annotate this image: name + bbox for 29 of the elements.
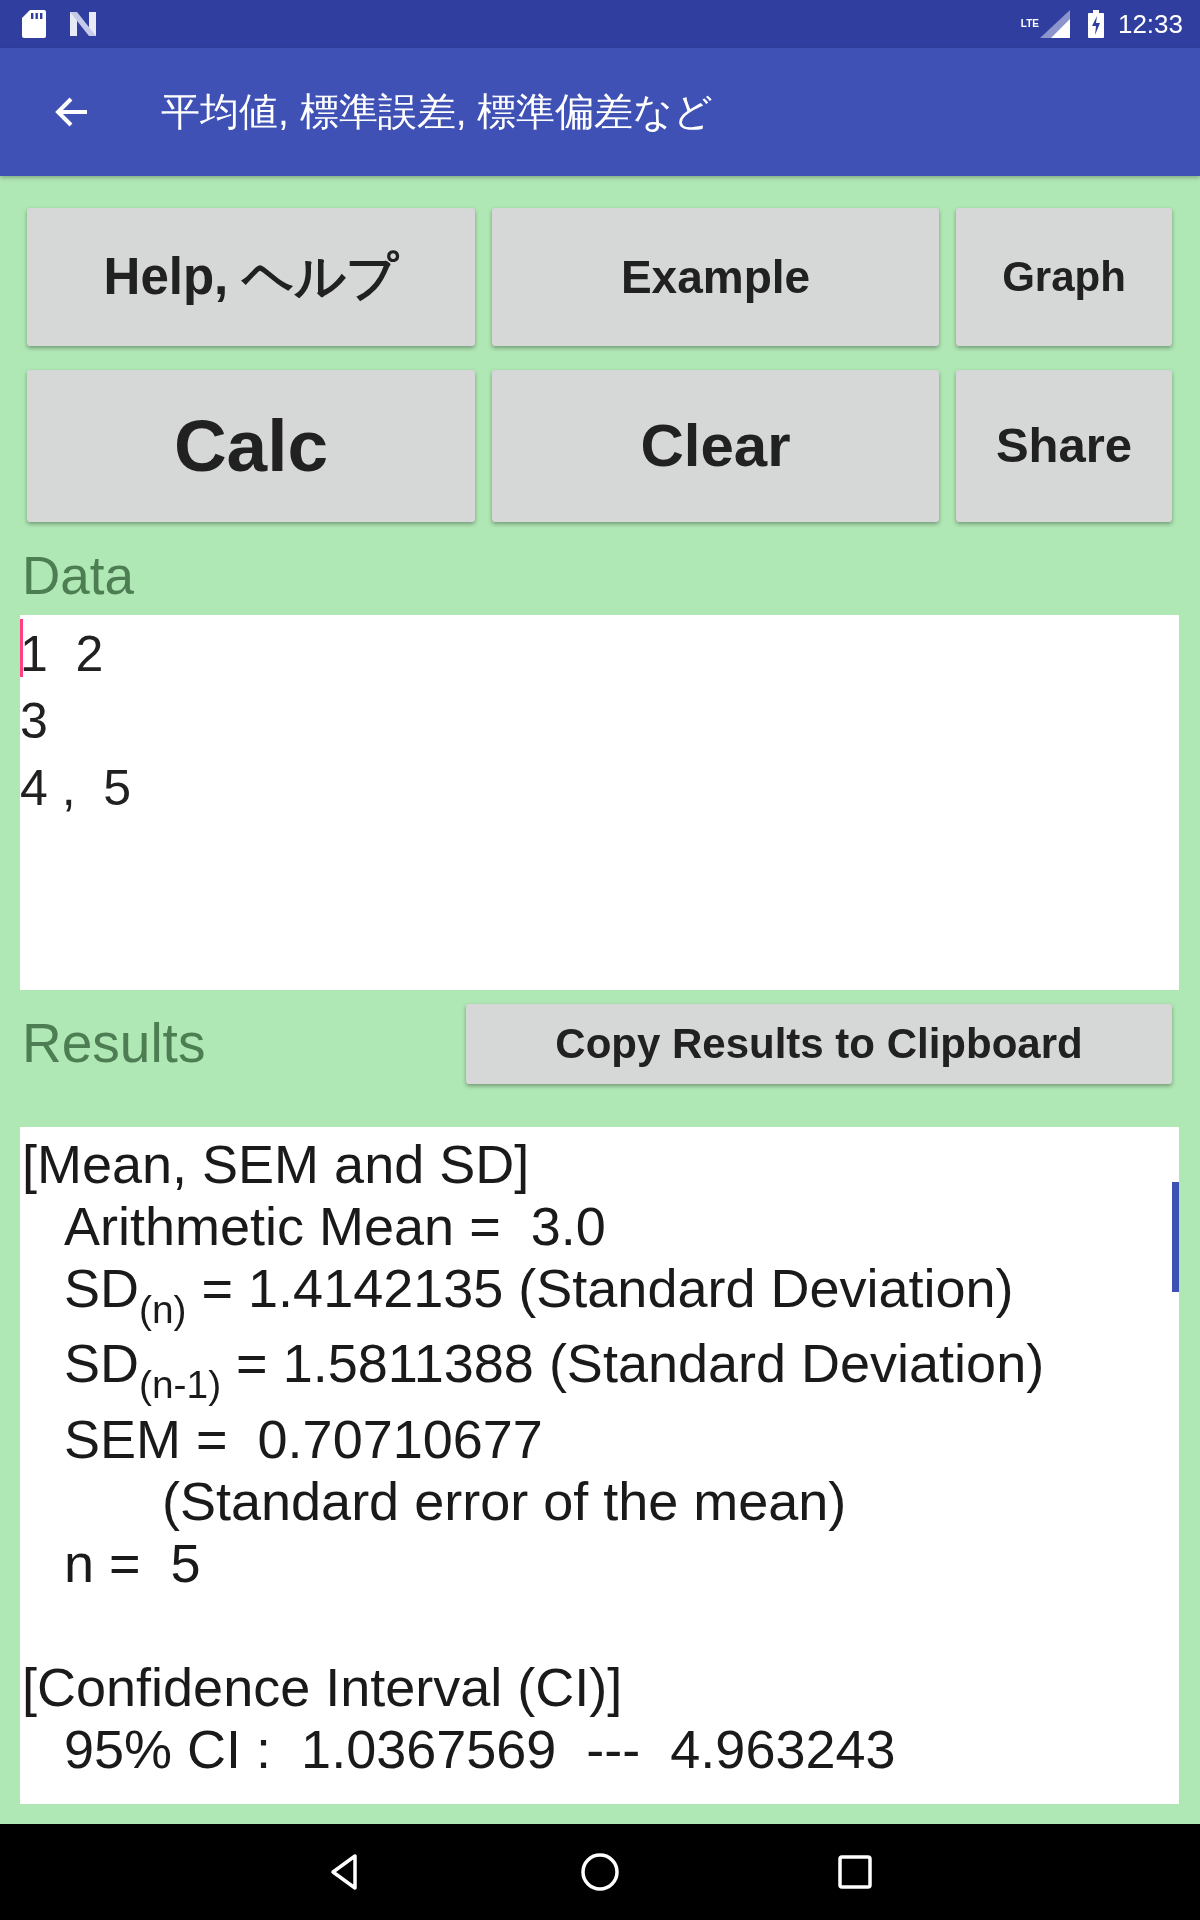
result-note: (Standard error of the mean) [162,1469,847,1532]
result-line: Arithmetic Mean = 3.0 [64,1195,606,1257]
signal-icon [1039,10,1070,38]
recent-apps-icon[interactable] [835,1852,875,1892]
back-arrow-icon[interactable] [55,97,89,127]
action-button[interactable]: Share [956,370,1172,522]
results-label: Results [21,1011,207,1076]
result-line: SD$_{(n-1)}$ = 1.5811388 (Standard Deviation) [64,1332,1045,1408]
action-button[interactable]: Graph [956,208,1172,346]
action-button[interactable]: Calc [27,370,475,522]
action-button[interactable]: Help, ヘルプ [27,208,475,346]
action-button[interactable]: Example [492,208,939,346]
data-label: Data [21,545,135,607]
section-heading: [Mean, SEM and SD] [22,1133,530,1195]
action-button[interactable]: Clear [492,370,939,522]
screen-title: 平均値, 標準誤差, 標準偏差など [161,88,714,135]
status-time: 12:33 [1117,11,1183,37]
home-icon[interactable] [580,1852,620,1892]
result-line: SD$_{(n)}$ = 1.4142135 (Standard Deviation) [64,1257,1014,1333]
network-type-label: LTE [1020,19,1039,29]
result-line: 95% CI : 1.0367569 --- 4.963243 [64,1717,896,1780]
data-input-field[interactable]: 1 2 3 4 , 5 [20,615,1179,990]
result-line: n = 5 [64,1531,201,1594]
n-logo-icon [70,12,96,36]
sd-card-icon [22,10,46,38]
copy-results-button[interactable]: Copy Results to Clipboard [466,1004,1172,1084]
battery-charging-icon [1087,10,1104,38]
result-line: SEM = 0.70710677 [64,1407,543,1470]
section-heading: [Confidence Interval (CI)] [22,1655,623,1718]
